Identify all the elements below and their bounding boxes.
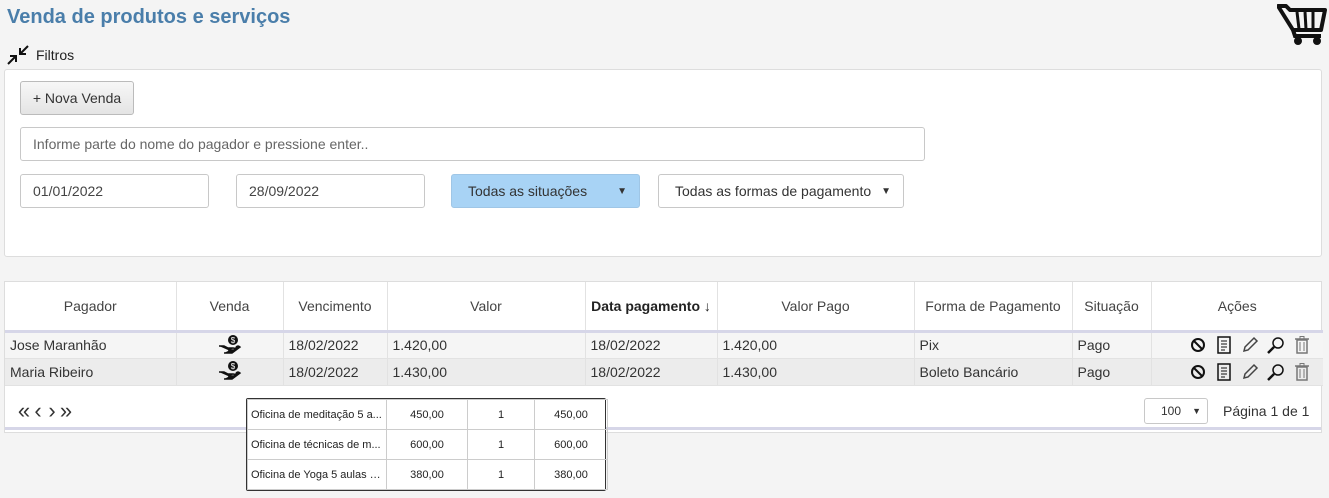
pager-controls: « ‹ › »: [17, 398, 73, 424]
receipt-icon[interactable]: [1214, 362, 1234, 382]
page-size-select[interactable]: 100 ▼: [1144, 398, 1208, 424]
payer-cell: Jose Maranhão: [5, 331, 177, 359]
payer-cell: Maria Ribeiro: [5, 358, 177, 386]
item-price: 600,00: [386, 429, 468, 460]
item-qty: 1: [467, 429, 535, 460]
status-cell: Pago: [1072, 331, 1152, 359]
status-select[interactable]: Todas as situações ▼: [451, 174, 640, 208]
table-row[interactable]: Maria Ribeiro $ 18/02/2022 1.430,00 18/0…: [5, 358, 1323, 386]
due-date-cell: 18/02/2022: [283, 331, 388, 359]
sales-table-panel: Pagador Venda Vencimento Valor Data paga…: [4, 281, 1323, 433]
item-name: Oficina de Yoga 5 aulas d...: [247, 459, 387, 490]
item-name: Oficina de meditação 5 a...: [247, 399, 387, 430]
svg-text:$: $: [230, 336, 235, 345]
sale-items-table: Oficina de meditação 5 a... 450,00 1 450…: [247, 399, 608, 490]
date-from-input[interactable]: [20, 174, 209, 208]
cancel-icon[interactable]: [1188, 362, 1208, 382]
column-header-status[interactable]: Situação: [1072, 282, 1152, 333]
page-title: Venda de produtos e serviços: [7, 6, 291, 28]
payer-search-input[interactable]: [20, 127, 925, 161]
item-qty: 1: [467, 459, 535, 490]
hand-money-icon[interactable]: $: [218, 334, 242, 354]
chevron-down-icon: ▼: [881, 185, 891, 197]
cancel-icon[interactable]: [1188, 335, 1208, 355]
pencil-icon[interactable]: [1240, 362, 1260, 382]
last-page-icon[interactable]: »: [59, 398, 73, 424]
filters-toggle[interactable]: Filtros: [6, 44, 74, 66]
item-total: 600,00: [534, 429, 608, 460]
column-header-paid-value[interactable]: Valor Pago: [717, 282, 915, 333]
first-page-icon[interactable]: «: [17, 398, 31, 424]
chevron-down-icon: ▼: [1192, 406, 1201, 416]
trash-icon[interactable]: [1292, 335, 1312, 355]
payment-date-cell: 18/02/2022: [585, 358, 718, 386]
due-date-cell: 18/02/2022: [283, 358, 388, 386]
sale-item-row: Oficina de Yoga 5 aulas d... 380,00 1 38…: [247, 459, 608, 490]
pencil-icon[interactable]: [1240, 335, 1260, 355]
cart-icon[interactable]: [1277, 2, 1327, 46]
payment-method-select[interactable]: Todas as formas de pagamento ▼: [658, 174, 904, 208]
sales-table: Pagador Venda Vencimento Valor Data paga…: [5, 282, 1323, 386]
paid-value-cell: 1.430,00: [717, 358, 915, 386]
value-cell: 1.420,00: [387, 331, 586, 359]
column-header-sale[interactable]: Venda: [176, 282, 284, 333]
item-total: 450,00: [534, 399, 608, 430]
prev-page-icon[interactable]: ‹: [31, 398, 45, 424]
sale-item-row: Oficina de meditação 5 a... 450,00 1 450…: [247, 399, 608, 430]
column-header-value[interactable]: Valor: [387, 282, 586, 333]
sale-item-row: Oficina de técnicas de m... 600,00 1 600…: [247, 429, 608, 460]
page-size-value: 100: [1161, 404, 1182, 418]
table-row[interactable]: Jose Maranhão $ 18/02/2022 1.420,00 18/0…: [5, 331, 1323, 359]
payment-method-cell: Boleto Bancário: [914, 358, 1073, 386]
chevron-down-icon: ▼: [617, 185, 627, 197]
trash-icon[interactable]: [1292, 362, 1312, 382]
next-page-icon[interactable]: ›: [45, 398, 59, 424]
column-header-payment-method[interactable]: Forma de Pagamento: [914, 282, 1073, 333]
column-header-actions: Ações: [1151, 282, 1323, 333]
receipt-icon[interactable]: [1214, 335, 1234, 355]
payment-method-select-value: Todas as formas de pagamento: [675, 183, 872, 199]
column-header-due-date[interactable]: Vencimento: [283, 282, 388, 333]
item-price: 450,00: [386, 399, 468, 430]
actions-cell: [1151, 358, 1323, 386]
pagination-bar: « ‹ › » 100 ▼ Página 1 de 1: [5, 388, 1321, 430]
new-sale-button[interactable]: + Nova Venda: [20, 81, 134, 115]
date-to-input[interactable]: [236, 174, 425, 208]
item-total: 380,00: [534, 459, 608, 490]
paid-value-cell: 1.420,00: [717, 331, 915, 359]
payment-method-cell: Pix: [914, 331, 1073, 359]
column-header-payer[interactable]: Pagador: [5, 282, 177, 333]
collapse-icon: [7, 45, 29, 65]
payment-date-cell: 18/02/2022: [585, 331, 718, 359]
page-info: Página 1 de 1: [1223, 403, 1310, 419]
status-cell: Pago: [1072, 358, 1152, 386]
table-header-row: Pagador Venda Vencimento Valor Data paga…: [5, 282, 1323, 333]
value-cell: 1.430,00: [387, 358, 586, 386]
item-qty: 1: [467, 399, 535, 430]
svg-text:$: $: [230, 362, 235, 371]
filters-label: Filtros: [36, 47, 75, 63]
sale-cell[interactable]: $: [176, 331, 284, 359]
sale-cell[interactable]: $: [176, 358, 284, 386]
actions-cell: [1151, 331, 1323, 359]
column-header-payment-date[interactable]: Data pagamento ↓: [585, 282, 718, 333]
hand-money-icon[interactable]: $: [218, 360, 242, 380]
sale-items-tooltip: Oficina de meditação 5 a... 450,00 1 450…: [246, 398, 608, 491]
item-name: Oficina de técnicas de m...: [247, 429, 387, 460]
status-select-value: Todas as situações: [468, 183, 588, 199]
search-icon[interactable]: [1266, 335, 1286, 355]
search-icon[interactable]: [1266, 362, 1286, 382]
filter-panel: + Nova Venda Todas as situações ▼ Todas …: [4, 69, 1322, 257]
item-price: 380,00: [386, 459, 468, 490]
